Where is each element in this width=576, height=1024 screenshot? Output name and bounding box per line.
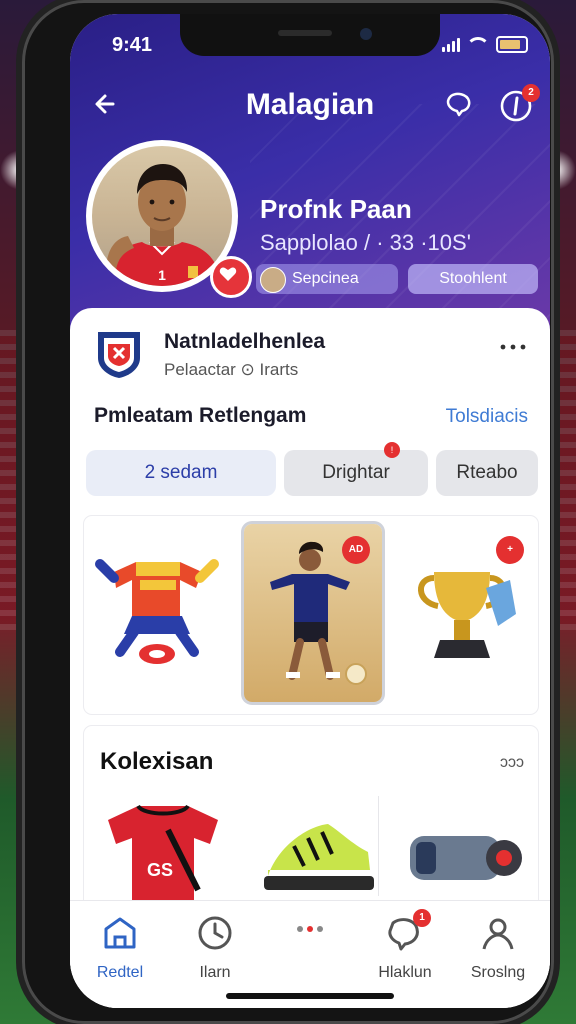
club-crest-icon (98, 332, 140, 378)
player-portrait: 1 (102, 164, 222, 286)
item-trophy[interactable]: + (390, 520, 536, 710)
notification-badge: 2 (522, 84, 540, 102)
svg-text:1: 1 (158, 267, 166, 283)
collection-title: Kolexisan (100, 748, 214, 775)
content-card: Natnladelhenlea Pelaactar ⊙ Irarts Pmlea… (70, 308, 550, 1008)
nav-label-messages: Hlaklun (378, 964, 432, 981)
camera (360, 28, 372, 40)
collection-item-jersey[interactable]: GS (98, 800, 228, 910)
nav-item-profile[interactable]: Sroslng (458, 913, 538, 982)
jersey-figure-icon (95, 559, 219, 664)
collection-more-button[interactable]: ɔɔɔ (500, 754, 524, 772)
chat-button[interactable] (442, 88, 476, 122)
home-icon (104, 917, 136, 949)
profile-pill-primary[interactable]: Sepcinea (256, 264, 398, 294)
pill-primary-label: Sepcinea (292, 270, 359, 287)
tab-third[interactable]: Rteabo (436, 450, 538, 496)
wifi-icon (466, 37, 490, 52)
collection-item-boot[interactable] (254, 806, 378, 906)
speaker (278, 30, 332, 36)
football-boot-icon (264, 824, 374, 890)
notifications-button[interactable]: 2 (498, 84, 540, 124)
mini-avatar (260, 267, 286, 293)
gadget-icon (410, 836, 522, 880)
more-options-button[interactable] (498, 332, 528, 358)
status-icons (442, 36, 528, 53)
status-time: 9:41 (112, 34, 153, 56)
club-subtitle: Pelaactar ⊙ Irarts (164, 360, 299, 379)
player-card-badge: AD (342, 536, 370, 564)
nav-item-messages[interactable]: 1 Hlaklun (365, 909, 445, 982)
jersey-text: GS (147, 860, 173, 880)
users-icon (482, 918, 514, 950)
more-dots-icon (297, 926, 323, 932)
signal-icon (442, 37, 460, 52)
item-jersey-figure[interactable] (84, 520, 230, 710)
more-dots-icon (500, 344, 526, 350)
profile-name: Profnk Paan (260, 194, 412, 224)
collection-divider (378, 796, 379, 896)
nav-label-profile: Sroslng (470, 964, 526, 981)
avatar[interactable]: 1 (92, 146, 232, 286)
trophy-badge: + (496, 536, 524, 564)
battery-icon (496, 36, 528, 53)
avatar-ring: 1 (86, 140, 252, 298)
nav-label-clock: Ilarn (199, 964, 231, 981)
home-indicator (226, 993, 394, 999)
chat-icon (446, 92, 471, 117)
nav-item-home[interactable]: Redtel (80, 913, 160, 982)
nav-item-clock[interactable]: Ilarn (175, 913, 255, 982)
profile-pill-secondary[interactable]: Stoohlent (408, 264, 538, 294)
bottom-nav: Redtel Ilarn 1 Hlaklun Sroslng (70, 900, 550, 1008)
verified-badge (210, 256, 252, 298)
jersey-icon: GS (108, 804, 218, 902)
nav-label-home: Redtel (96, 964, 144, 981)
tab-badge: ! (384, 442, 400, 458)
club-logo (94, 328, 144, 380)
section-title: Pmleatam Retlengam (94, 404, 307, 427)
app-screen: 9:41 Malagian 2 1 Profnk Paan Sapplolao … (70, 14, 550, 1008)
page-title: Malagian (245, 88, 375, 121)
club-name: Natnladelhenlea (164, 330, 326, 353)
collection-item-gadget[interactable] (400, 812, 530, 902)
section-link[interactable]: Tolsdiacis (446, 406, 528, 428)
top-bar: Malagian 2 (70, 84, 550, 128)
profile-subtitle: Sapplolao / · 33 ·10S' (260, 230, 471, 255)
nav-item-more[interactable] (270, 913, 350, 964)
tab-first[interactable]: 2 sedam (86, 450, 276, 496)
item-player-card[interactable]: AD (244, 524, 382, 702)
heart-icon (219, 267, 237, 281)
tab-second[interactable]: Drightar ! (284, 442, 428, 496)
clock-icon (198, 916, 232, 950)
items-grid: AD + (84, 516, 538, 714)
collection-panel: Kolexisan ɔɔɔ GS (84, 726, 538, 916)
messages-badge: 1 (413, 909, 431, 927)
notch (180, 14, 440, 56)
phone-frame: 9:41 Malagian 2 1 Profnk Paan Sapplolao … (22, 0, 554, 1024)
tab-second-label: Drightar (322, 462, 390, 483)
